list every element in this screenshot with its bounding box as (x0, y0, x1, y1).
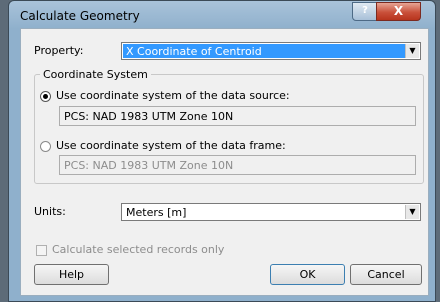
help-button[interactable]: Help (34, 264, 109, 285)
data-frame-option-label[interactable]: Use coordinate system of the data frame: (56, 139, 286, 152)
chevron-down-icon[interactable]: ▼ (405, 205, 419, 219)
ok-button[interactable]: OK (270, 264, 345, 285)
data-frame-coord-field: PCS: NAD 1983 UTM Zone 10N (59, 155, 416, 175)
data-frame-radio[interactable] (40, 141, 51, 152)
selected-records-checkbox[interactable] (36, 245, 47, 256)
window-title: Calculate Geometry (20, 9, 140, 23)
close-button[interactable]: X (376, 2, 421, 21)
chevron-down-icon[interactable]: ▼ (405, 44, 419, 58)
coordinate-system-legend: Coordinate System (40, 68, 151, 81)
units-dropdown[interactable]: Meters [m] ▼ (121, 203, 421, 221)
units-value: Meters [m] (126, 206, 187, 219)
selected-records-label: Calculate selected records only (52, 243, 225, 256)
help-title-button[interactable]: ? (352, 2, 378, 21)
property-dropdown[interactable]: X Coordinate of Centroid ▼ (121, 42, 421, 60)
units-label: Units: (34, 205, 66, 218)
data-frame-coord-value: PCS: NAD 1983 UTM Zone 10N (64, 159, 234, 172)
data-source-coord-field: PCS: NAD 1983 UTM Zone 10N (59, 106, 416, 126)
property-label: Property: (34, 44, 84, 57)
data-source-coord-value: PCS: NAD 1983 UTM Zone 10N (64, 110, 234, 123)
data-source-option-label[interactable]: Use coordinate system of the data source… (56, 89, 290, 102)
data-source-radio[interactable] (40, 91, 51, 102)
property-value: X Coordinate of Centroid (126, 45, 262, 58)
cancel-button[interactable]: Cancel (350, 264, 422, 285)
